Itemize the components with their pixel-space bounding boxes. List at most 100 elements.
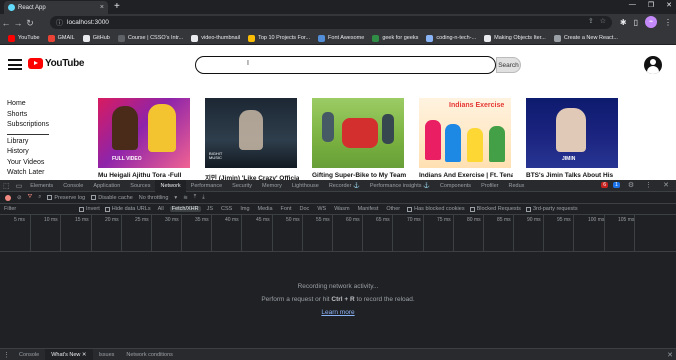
profile-avatar[interactable]: •• <box>645 16 657 28</box>
close-drawer-icon[interactable]: ✕ <box>664 351 676 359</box>
video-card[interactable]: BIGHIT MUSIC 지민 (Jimin) 'Like Crazy' Off… <box>203 95 299 180</box>
error-count-badge[interactable]: 6 <box>601 182 609 188</box>
filter-input[interactable]: Filter <box>4 206 74 212</box>
address-bar[interactable]: ⓘ localhost:3000 ⇪ ☆ <box>50 16 612 29</box>
back-icon[interactable]: ← <box>0 18 12 28</box>
video-thumbnail[interactable] <box>312 98 404 168</box>
search-input[interactable] <box>195 56 496 74</box>
devtools-tab-recorder[interactable]: Recorder ⚓ <box>324 180 365 192</box>
search-icon[interactable]: ⌕ <box>38 194 41 201</box>
reload-icon[interactable]: ↻ <box>24 18 36 29</box>
devtools-tab-security[interactable]: Security <box>227 180 257 192</box>
upload-icon[interactable]: ⤒ <box>194 194 196 201</box>
devtools-tab-network[interactable]: Network <box>155 179 186 192</box>
close-window-icon[interactable]: ✕ <box>666 1 672 9</box>
filter-type-wasm[interactable]: Wasm <box>332 206 351 212</box>
bookmark-item[interactable]: video-thumbnail <box>187 34 244 42</box>
preserve-log-checkbox[interactable]: Preserve log <box>47 195 85 201</box>
extensions-icon[interactable]: ✱ <box>620 18 627 27</box>
throttling-select[interactable]: No throttling <box>139 195 169 201</box>
forward-icon[interactable]: → <box>12 18 24 28</box>
record-icon[interactable] <box>5 194 11 201</box>
chevron-down-icon[interactable]: ▾ <box>174 195 177 201</box>
drawer-menu-icon[interactable]: ⋮ <box>0 351 13 359</box>
filter-type-js[interactable]: JS <box>205 206 215 212</box>
sidepanel-icon[interactable]: ▯ <box>634 18 638 27</box>
minimize-icon[interactable]: — <box>629 1 636 9</box>
filter-type-font[interactable]: Font <box>279 206 294 212</box>
video-card[interactable]: FULL VIDEO Mu Heigali Ajithu Tora -Full <box>96 95 192 180</box>
filter-type-other[interactable]: Other <box>384 206 402 212</box>
video-card[interactable]: Indians Exercise Indians And Exercise | … <box>417 95 513 180</box>
bookmark-item[interactable]: geek for geeks <box>368 34 422 42</box>
youtube-logo[interactable]: YouTube <box>28 58 85 69</box>
filter-type-media[interactable]: Media <box>256 206 275 212</box>
sidebar-item-shorts[interactable]: Shorts <box>7 110 55 121</box>
devtools-tab-profiler[interactable]: Profiler <box>476 180 503 192</box>
sidebar-item-history[interactable]: History <box>7 147 55 158</box>
video-card[interactable]: Gifting Super-Bike to My Team <box>310 95 406 180</box>
sidebar-item-library[interactable]: Library <box>7 137 55 148</box>
invert-checkbox[interactable]: Invert <box>79 206 100 212</box>
settings-gear-icon[interactable]: ⚙ <box>625 181 637 189</box>
close-devtools-icon[interactable]: ✕ <box>660 181 672 189</box>
bookmark-item[interactable]: GMAIL <box>44 34 79 42</box>
sidebar-item-subscriptions[interactable]: Subscriptions <box>7 120 55 131</box>
clear-icon[interactable]: ⊘ <box>17 195 22 201</box>
devtools-tab-redux[interactable]: Redux <box>503 180 529 192</box>
video-thumbnail[interactable]: Indians Exercise <box>419 98 511 168</box>
devtools-tab-application[interactable]: Application <box>88 180 125 192</box>
drawer-tab-network-conditions[interactable]: Network conditions <box>120 349 178 360</box>
learn-more-link[interactable]: Learn more <box>321 309 354 316</box>
bookmark-item[interactable]: Course | CSSO's Intr... <box>114 34 187 42</box>
filter-type-manifest[interactable]: Manifest <box>356 206 381 212</box>
browser-tab[interactable]: React App × <box>4 1 108 14</box>
bookmark-item[interactable]: YouTube <box>4 34 44 42</box>
video-thumbnail[interactable]: JIMIN <box>526 98 618 168</box>
device-toggle-icon[interactable]: ▭ <box>13 182 26 190</box>
devtools-tab-components[interactable]: Components <box>435 180 476 192</box>
hamburger-menu-icon[interactable] <box>8 59 22 70</box>
sidebar-item-home[interactable]: Home <box>7 99 55 110</box>
third-party-checkbox[interactable]: 3rd-party requests <box>525 206 578 212</box>
site-info-icon[interactable]: ⓘ <box>56 18 63 28</box>
bookmark-item[interactable]: Create a New React... <box>550 34 622 42</box>
tab-close-icon[interactable]: × <box>100 4 104 11</box>
new-tab-button[interactable]: + <box>114 1 120 12</box>
bookmark-item[interactable]: Top 10 Projects For... <box>244 34 314 42</box>
devtools-tab-lighthouse[interactable]: Lighthouse <box>287 180 324 192</box>
sidebar-item-watch-later[interactable]: Watch Later <box>7 168 55 179</box>
devtools-tab-memory[interactable]: Memory <box>257 180 287 192</box>
devtools-menu-icon[interactable]: ⋮ <box>642 181 655 189</box>
filter-type-img[interactable]: Img <box>238 206 251 212</box>
sidebar-item-your-videos[interactable]: Your Videos <box>7 158 55 169</box>
drawer-tab-console[interactable]: Console <box>13 349 45 360</box>
bookmark-item[interactable]: Making Objects Iter... <box>480 34 550 42</box>
network-conditions-icon[interactable]: ≋ <box>183 195 188 201</box>
video-thumbnail[interactable]: FULL VIDEO <box>98 98 190 168</box>
devtools-tab-console[interactable]: Console <box>58 180 88 192</box>
filter-type-all[interactable]: All <box>156 206 166 212</box>
video-title[interactable]: BTS's Jimin Talks About His <box>524 172 620 179</box>
download-icon[interactable]: ⤓ <box>202 194 204 201</box>
menu-kebab-icon[interactable]: ⋮ <box>664 18 672 27</box>
bookmark-item[interactable]: Font Awesome <box>314 34 368 42</box>
devtools-tab-performance-insights[interactable]: Performance insights ⚓ <box>365 180 435 192</box>
hide-data-urls-checkbox[interactable]: Hide data URLs <box>104 206 151 212</box>
video-title[interactable]: Gifting Super-Bike to My Team <box>310 172 406 179</box>
blocked-cookies-checkbox[interactable]: Has blocked cookies <box>407 206 465 212</box>
filter-type-doc[interactable]: Doc <box>298 206 312 212</box>
disable-cache-checkbox[interactable]: Disable cache <box>91 195 133 201</box>
share-icon[interactable]: ⇪ <box>588 17 594 25</box>
network-timeline[interactable]: 5 ms 10 ms 15 ms 20 ms 25 ms 30 ms 35 ms 40 ms 4… <box>0 215 676 252</box>
filter-type-css[interactable]: CSS <box>219 206 234 212</box>
bookmark-item[interactable]: coding-n-tech-... <box>422 34 480 42</box>
bookmark-star-icon[interactable]: ☆ <box>600 17 606 25</box>
video-title[interactable]: Mu Heigali Ajithu Tora -Full <box>96 172 192 179</box>
bookmark-item[interactable]: GitHub <box>79 34 114 42</box>
video-title[interactable]: Indians And Exercise | Ft. Tena <box>417 172 513 179</box>
drawer-tab-what-s-new[interactable]: What's New ✕ <box>45 348 93 360</box>
devtools-tab-performance[interactable]: Performance <box>186 180 228 192</box>
filter-type-fetch-xhr[interactable]: Fetch/XHR <box>169 206 201 212</box>
url-text[interactable]: localhost:3000 <box>67 19 109 26</box>
